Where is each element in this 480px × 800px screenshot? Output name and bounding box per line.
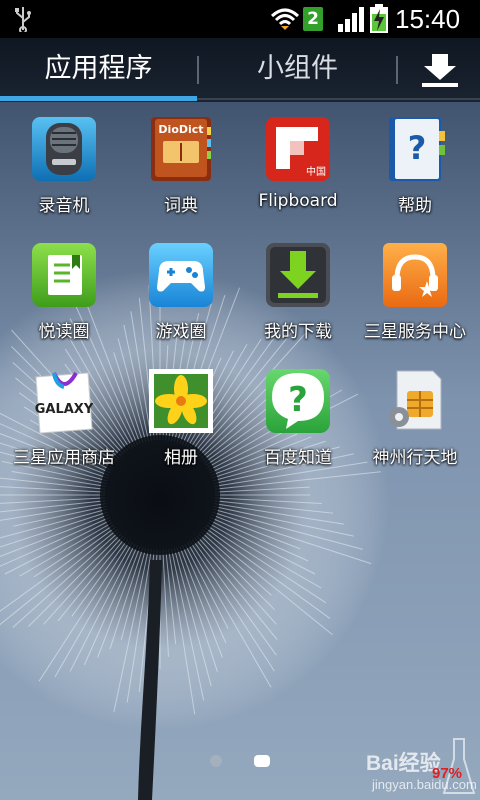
wifi-icon bbox=[270, 8, 300, 30]
tab-bar: 应用程序 小组件 bbox=[0, 38, 480, 102]
svg-text:GALAXY: GALAXY bbox=[35, 402, 94, 417]
download-icon[interactable] bbox=[418, 52, 462, 88]
sim-settings-icon bbox=[389, 370, 442, 430]
app-samsung-apps[interactable]: GALAXY 三星应用商店 bbox=[4, 367, 124, 487]
tab-separator bbox=[197, 56, 199, 84]
dictionary-icon: DioDict bbox=[151, 117, 211, 181]
app-reading[interactable]: 悦读圈 bbox=[4, 241, 124, 361]
app-game-circle[interactable]: 游戏圈 bbox=[121, 241, 241, 361]
samsung-service-icon bbox=[383, 243, 447, 307]
signal-icon bbox=[338, 7, 364, 32]
baidu-zhidao-icon: ? bbox=[266, 369, 330, 433]
baidu-jingyan-watermark: Bai经验 jingyan.baidu.com 97% bbox=[360, 735, 480, 800]
tab-widgets[interactable]: 小组件 bbox=[205, 38, 390, 98]
battery-charging-icon bbox=[370, 4, 388, 33]
watermark-text: Bai经验 bbox=[366, 752, 441, 775]
voice-recorder-icon bbox=[32, 117, 96, 181]
status-bar: 2 15:40 bbox=[0, 0, 480, 38]
svg-text:?: ? bbox=[288, 380, 308, 420]
app-label: 帮助 bbox=[398, 196, 432, 216]
my-downloads-icon bbox=[266, 243, 330, 307]
flipboard-icon: 中国 bbox=[266, 117, 330, 181]
app-help[interactable]: ? 帮助 bbox=[355, 115, 475, 235]
app-voice-recorder[interactable]: 录音机 bbox=[4, 115, 124, 235]
help-icon: ? bbox=[389, 117, 445, 181]
tab-separator bbox=[396, 56, 398, 84]
status-clock: 15:40 bbox=[395, 4, 461, 34]
app-label: 神州行天地 bbox=[372, 448, 458, 468]
tab-apps[interactable]: 应用程序 bbox=[0, 38, 197, 98]
reading-icon bbox=[32, 243, 96, 307]
svg-text:DioDict: DioDict bbox=[158, 123, 203, 136]
game-icon bbox=[149, 243, 213, 307]
app-dictionary[interactable]: DioDict 词典 bbox=[121, 115, 241, 235]
app-flipboard[interactable]: 中国 Flipboard bbox=[238, 115, 358, 235]
watermark-percent: 97% bbox=[432, 765, 463, 782]
app-my-downloads[interactable]: 我的下载 bbox=[238, 241, 358, 361]
app-sim-settings[interactable]: 神州行天地 bbox=[355, 367, 475, 487]
page-indicator-dot-active[interactable] bbox=[254, 755, 270, 767]
gallery-icon bbox=[149, 369, 213, 433]
app-gallery[interactable]: 相册 bbox=[121, 367, 241, 487]
samsung-apps-icon: GALAXY bbox=[35, 371, 94, 434]
page-indicator-dot[interactable] bbox=[210, 755, 222, 767]
app-label: 三星服务中心 bbox=[364, 322, 466, 342]
app-samsung-service[interactable]: 三星服务中心 bbox=[355, 241, 475, 361]
svg-text:中国: 中国 bbox=[306, 165, 326, 178]
sim-badge: 2 bbox=[303, 7, 323, 31]
tab-selected-indicator bbox=[0, 96, 197, 101]
tab-divider bbox=[197, 98, 480, 100]
usb-icon bbox=[15, 7, 31, 32]
app-baidu-zhidao[interactable]: ? 百度知道 bbox=[238, 367, 358, 487]
svg-text:?: ? bbox=[408, 129, 427, 167]
